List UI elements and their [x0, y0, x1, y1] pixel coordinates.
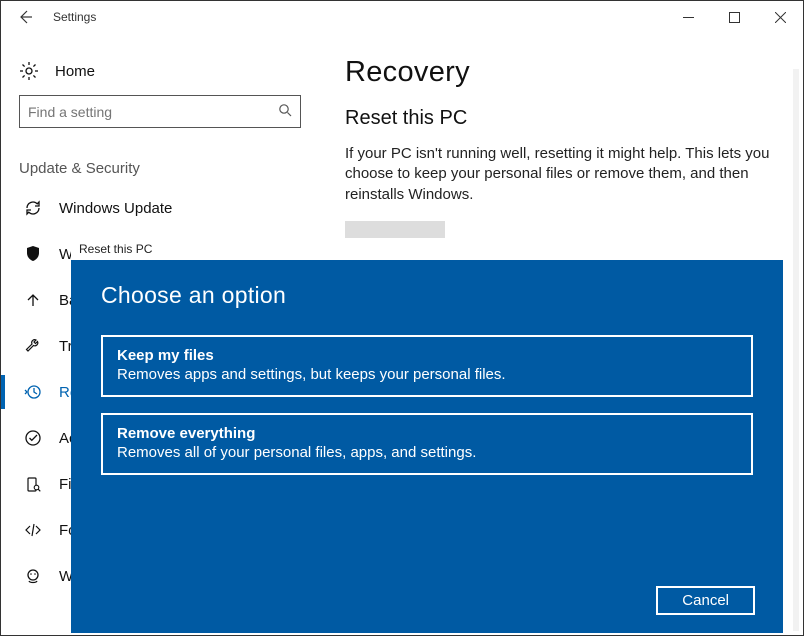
sidebar-item-windows-update[interactable]: Windows Update [19, 185, 295, 231]
check-circle-icon [23, 428, 43, 448]
option-remove-everything[interactable]: Remove everything Removes all of your pe… [101, 413, 753, 475]
main-content: Recovery Reset this PC If your PC isn't … [345, 56, 783, 243]
option-title: Remove everything [117, 425, 737, 442]
dialog-heading: Choose an option [101, 282, 753, 309]
close-button[interactable] [757, 1, 803, 33]
section-body: If your PC isn't running well, resetting… [345, 144, 775, 205]
dialog-body: Choose an option Keep my files Removes a… [71, 260, 783, 633]
scrollbar[interactable] [793, 69, 799, 631]
windows-insider-icon [23, 566, 43, 586]
home-label: Home [55, 63, 95, 80]
window-title: Settings [41, 10, 96, 24]
option-subtitle: Removes apps and settings, but keeps you… [117, 366, 737, 383]
sync-icon [23, 198, 43, 218]
sidebar-item-label: Windows Update [59, 200, 172, 217]
gear-icon [19, 61, 39, 81]
option-title: Keep my files [117, 347, 737, 364]
minimize-button[interactable] [665, 1, 711, 33]
search-icon [278, 103, 292, 120]
phone-search-icon [23, 474, 43, 494]
option-keep-my-files[interactable]: Keep my files Removes apps and settings,… [101, 335, 753, 397]
back-button[interactable] [9, 9, 41, 25]
section-heading: Reset this PC [345, 107, 783, 130]
search-input[interactable] [28, 104, 278, 120]
history-icon [23, 382, 43, 402]
titlebar: Settings [1, 1, 803, 33]
search-box[interactable] [19, 95, 301, 128]
nav-group-label: Update & Security [19, 160, 295, 177]
code-icon [23, 520, 43, 540]
arrow-up-icon [23, 290, 43, 310]
home-button[interactable]: Home [19, 51, 295, 95]
cancel-button[interactable]: Cancel [656, 586, 755, 615]
dialog-titlebar: Reset this PC [71, 238, 783, 260]
shield-icon [23, 244, 43, 264]
reset-pc-dialog: Reset this PC Choose an option Keep my f… [71, 238, 783, 633]
option-subtitle: Removes all of your personal files, apps… [117, 444, 737, 461]
page-heading: Recovery [345, 56, 783, 89]
maximize-button[interactable] [711, 1, 757, 33]
wrench-icon [23, 336, 43, 356]
